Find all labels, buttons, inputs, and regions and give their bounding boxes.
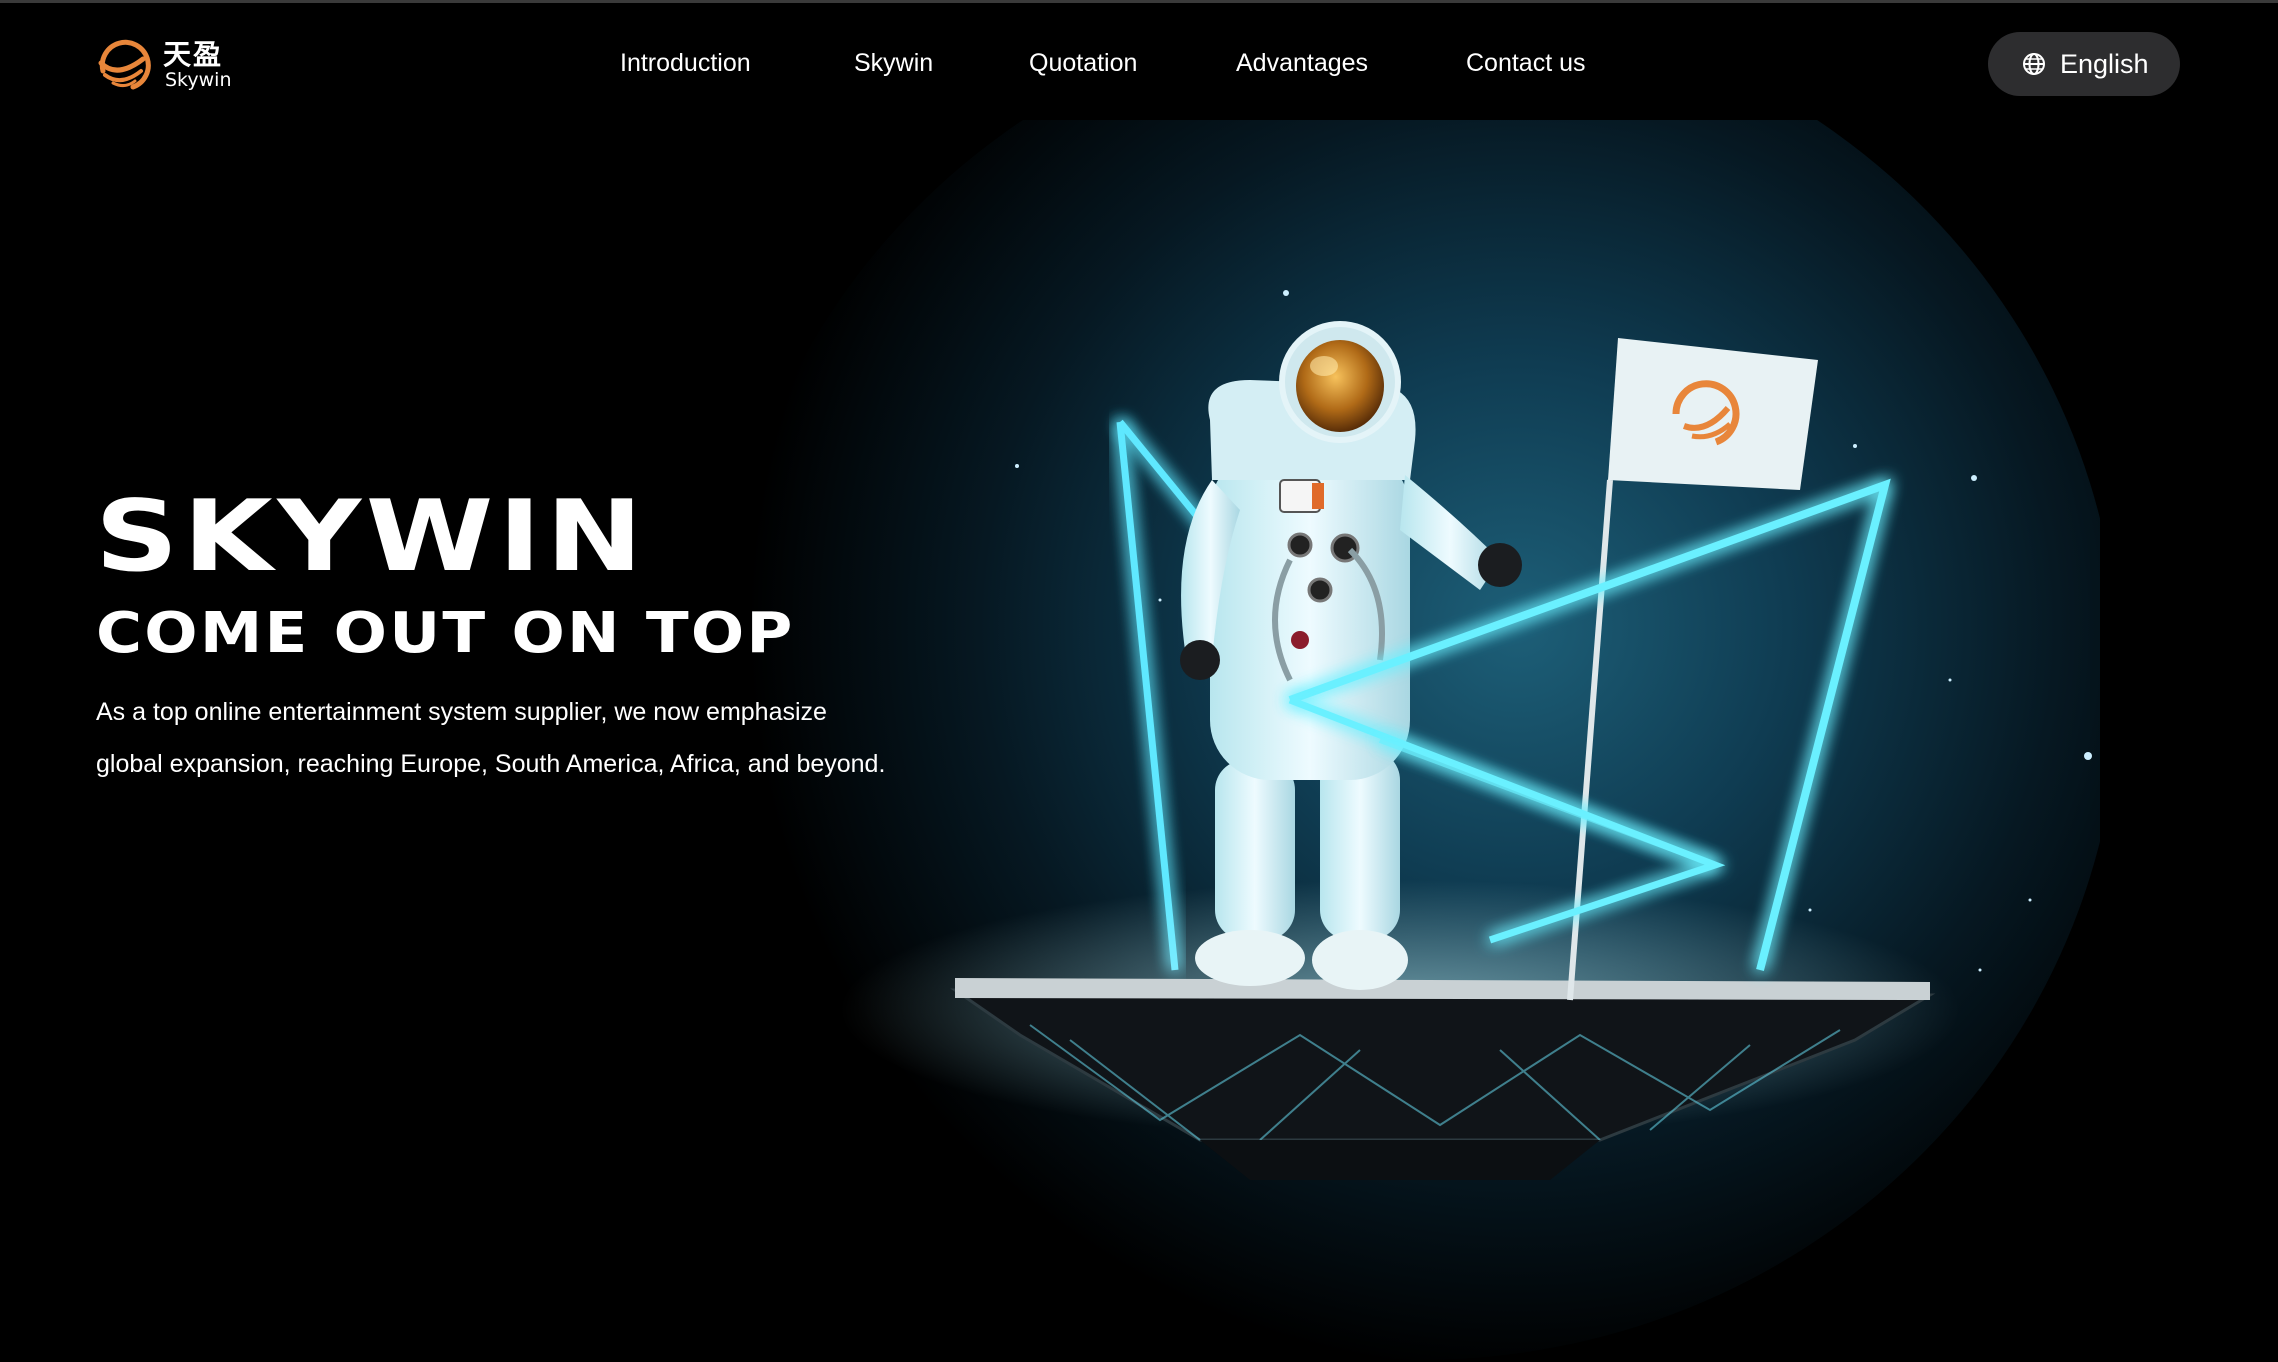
hero-subtitle: COME OUT ON TOP xyxy=(96,601,795,666)
main-nav: Introduction Skywin Quotation Advantages… xyxy=(0,49,2278,89)
nav-item-quotation[interactable]: Quotation xyxy=(1029,49,1137,78)
hero-description: As a top online entertainment system sup… xyxy=(96,698,886,778)
language-label: English xyxy=(2060,49,2149,79)
globe-icon xyxy=(2023,53,2045,75)
header: 天盈 Skywin Introduction Skywin Quotation … xyxy=(0,3,2278,125)
nav-item-skywin[interactable]: Skywin xyxy=(854,49,933,78)
language-selector-button[interactable]: English xyxy=(1988,32,2180,96)
hero-title: SKYWIN xyxy=(95,480,648,594)
nav-item-advantages[interactable]: Advantages xyxy=(1236,49,1368,78)
nav-item-introduction[interactable]: Introduction xyxy=(620,49,751,78)
page: 天盈 Skywin Introduction Skywin Quotation … xyxy=(0,0,2278,1362)
nav-item-contact-us[interactable]: Contact us xyxy=(1466,49,1586,78)
